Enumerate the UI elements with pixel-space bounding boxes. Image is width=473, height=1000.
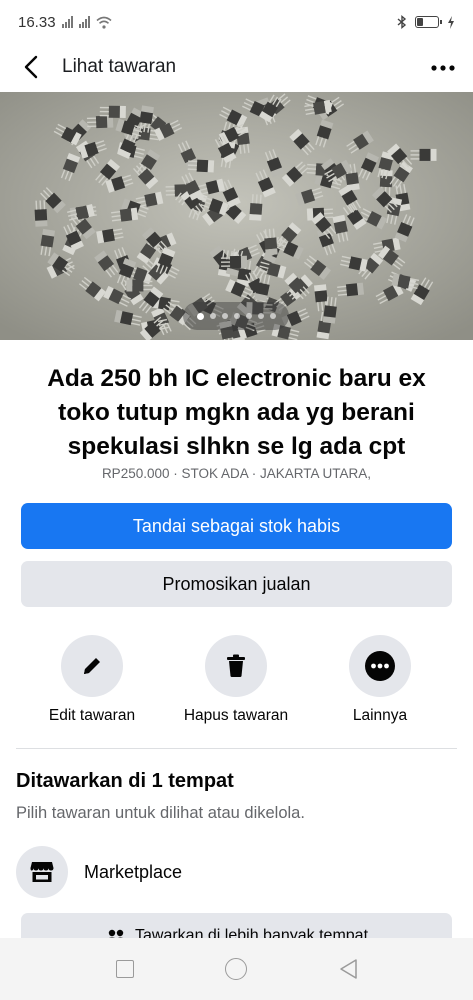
more-label: Lainnya	[352, 707, 408, 724]
mark-sold-button[interactable]: Tandai sebagai stok habis	[21, 503, 452, 549]
delete-listing-action[interactable]: Hapus tawaran	[161, 635, 311, 725]
photo-pager[interactable]	[183, 302, 289, 330]
offered-section-subtitle: Pilih tawaran untuk dilihat atau dikelol…	[16, 804, 305, 822]
battery-fill	[417, 18, 423, 26]
more-action[interactable]: Lainnya	[305, 635, 455, 725]
more-horizontal-icon[interactable]	[431, 58, 455, 76]
photo-pager-dot	[245, 313, 252, 319]
system-nav-bar	[0, 938, 473, 1000]
status-time: 16.33	[18, 13, 56, 31]
charging-icon	[448, 15, 454, 29]
place-label: Marketplace	[84, 861, 183, 882]
signal-icon	[61, 16, 73, 28]
signal-icon-2	[78, 16, 90, 28]
place-marketplace[interactable]: Marketplace	[16, 846, 182, 898]
section-divider	[16, 748, 457, 749]
recent-apps-icon[interactable]	[115, 960, 134, 978]
listing-meta: RP250.000 · STOK ADA · JAKARTA UTARA,	[101, 466, 372, 481]
back-icon[interactable]	[18, 54, 44, 80]
status-right	[397, 15, 455, 29]
photo-pager-dot	[257, 313, 264, 319]
trash-icon	[227, 654, 245, 677]
home-icon[interactable]	[224, 958, 247, 980]
photo-pager-dot	[221, 313, 228, 319]
bluetooth-icon	[397, 15, 407, 29]
photo-pager-dot	[209, 313, 216, 319]
battery-icon	[415, 16, 442, 28]
photo-pager-dot	[233, 313, 240, 319]
storefront-icon	[16, 846, 68, 898]
wifi-icon	[96, 16, 112, 29]
more-circle-icon	[365, 651, 395, 681]
edit-listing-action[interactable]: Edit tawaran	[17, 635, 167, 725]
listing-actions: Edit tawaran Hapus tawaran Lainnya	[0, 635, 473, 735]
back-triangle-icon[interactable]	[338, 958, 358, 980]
photo-pager-dot	[269, 313, 276, 319]
edit-listing-button[interactable]	[61, 635, 123, 697]
page-title: Lihat tawaran	[62, 56, 177, 77]
more-button[interactable]	[349, 635, 411, 697]
photo-pager-dot	[196, 312, 204, 320]
listing-title: Ada 250 bh IC electronic baru ex toko tu…	[47, 365, 426, 460]
promote-button[interactable]: Promosikan jualan	[21, 561, 452, 607]
edit-listing-label: Edit tawaran	[48, 707, 136, 724]
status-left: 16.33	[18, 14, 112, 31]
app-header: Lihat tawaran	[0, 44, 473, 90]
offered-section-title: Ditawarkan di 1 tempat	[16, 770, 234, 792]
delete-listing-button[interactable]	[205, 635, 267, 697]
status-bar: 16.33	[0, 0, 473, 44]
pencil-icon	[84, 658, 100, 674]
delete-listing-label: Hapus tawaran	[183, 707, 289, 724]
